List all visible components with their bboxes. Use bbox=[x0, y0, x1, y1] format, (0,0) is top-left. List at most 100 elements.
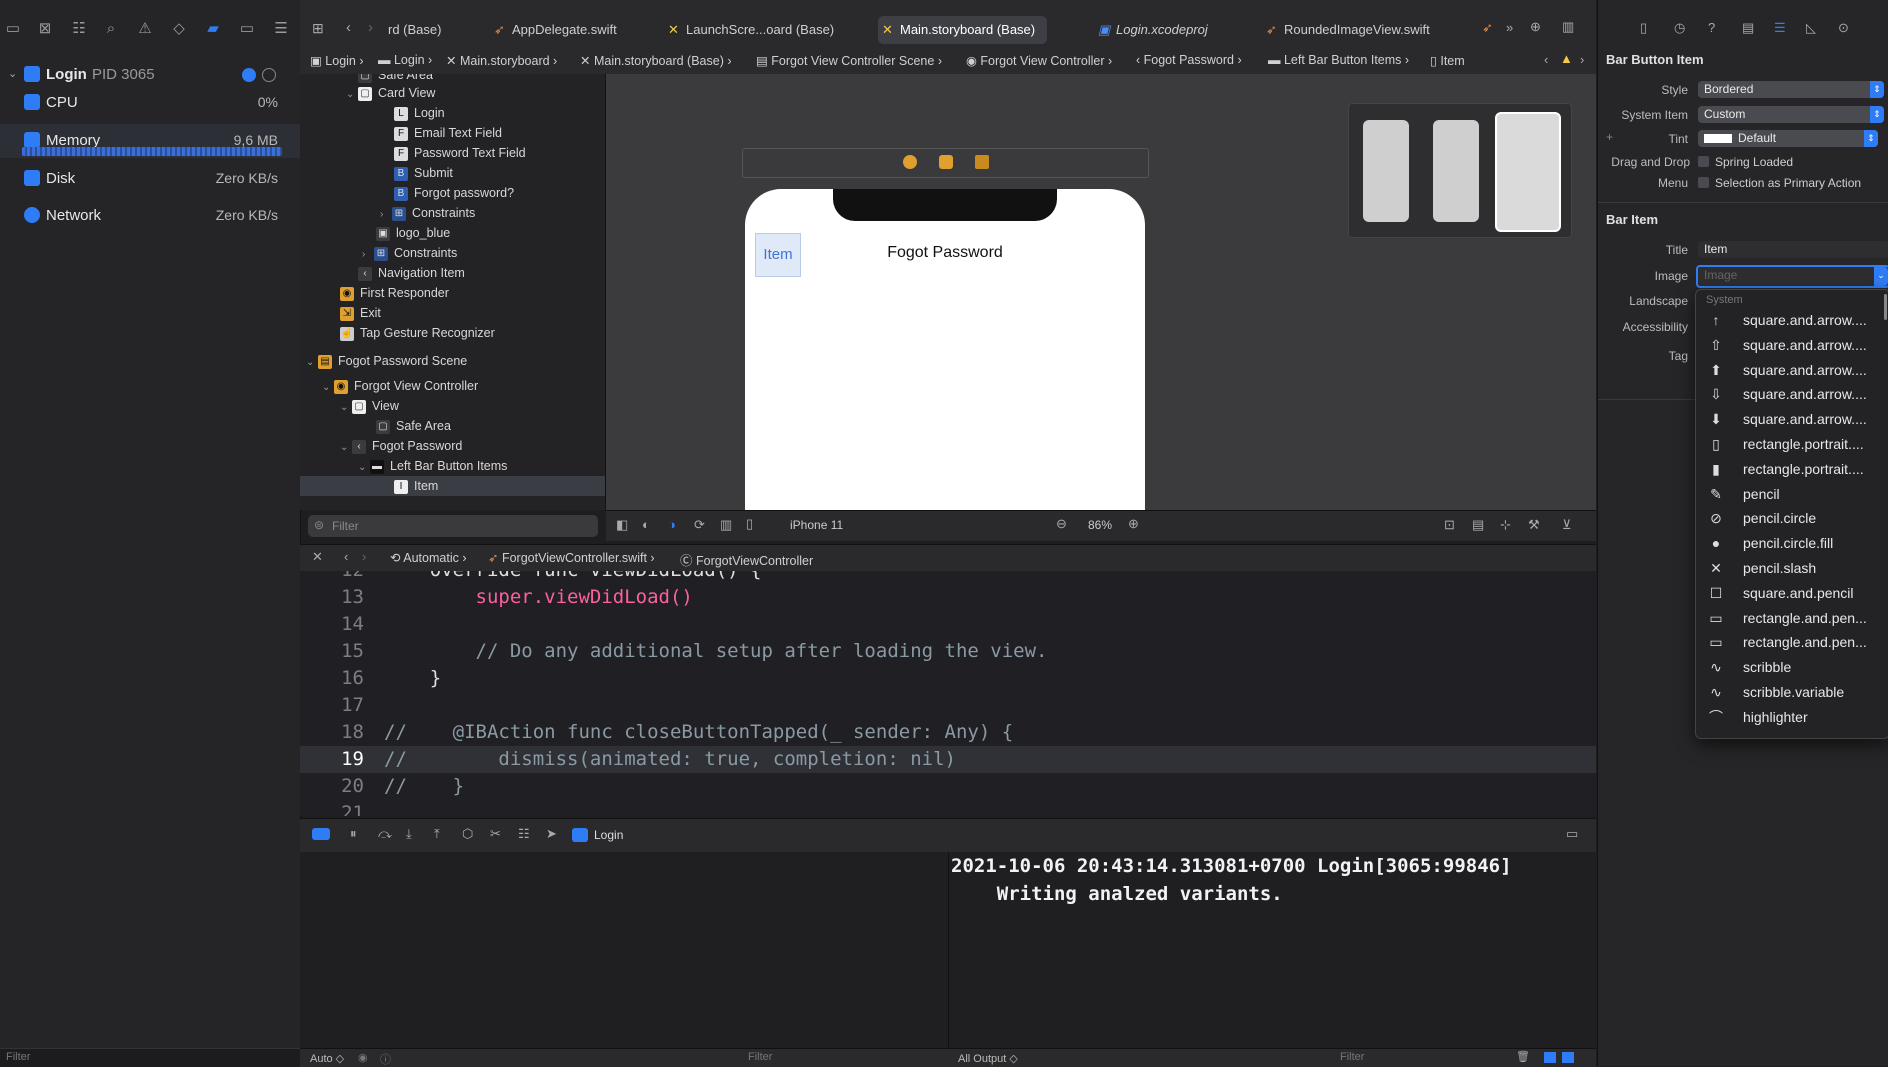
back-icon[interactable]: ‹ bbox=[346, 19, 351, 36]
dropdown-item[interactable]: ▮ rectangle.portrait.... bbox=[1696, 457, 1888, 481]
pause-icon[interactable]: ⏸ bbox=[350, 826, 357, 842]
gauge-cpu[interactable]: CPU 0% bbox=[0, 86, 300, 120]
issue-navigator-icon[interactable]: ⚠ bbox=[136, 20, 154, 38]
system-item-popup[interactable]: Custom ⇕ bbox=[1698, 106, 1884, 123]
grid-icon[interactable]: ⊞ bbox=[312, 20, 324, 37]
chevron-down-icon[interactable]: ⌄ bbox=[1874, 267, 1888, 286]
zoom-in-icon[interactable]: ⊕ bbox=[1128, 516, 1139, 532]
outline-row[interactable]: ⌄ ▢ Card View bbox=[346, 83, 435, 103]
code-line[interactable]: 18 // @IBAction func closeButtonTapped(_ … bbox=[300, 719, 1596, 746]
outline-row[interactable]: ⇲ Exit bbox=[340, 303, 381, 323]
eye-icon[interactable]: ◉ bbox=[358, 1051, 368, 1064]
info-icon[interactable] bbox=[242, 68, 256, 82]
test-navigator-icon[interactable]: ◇ bbox=[170, 20, 188, 38]
navigator-filter[interactable]: Filter bbox=[0, 1048, 300, 1067]
minimap-scene[interactable] bbox=[1363, 120, 1409, 222]
split-right-icon[interactable] bbox=[1562, 1052, 1574, 1063]
device-icon[interactable]: ▯ bbox=[746, 516, 753, 532]
auto-selector[interactable]: Auto ◇ bbox=[310, 1052, 344, 1065]
crumb-left-bar-items[interactable]: ▬ Left Bar Button Items › bbox=[1268, 53, 1409, 67]
disclosure-icon[interactable]: ⌄ bbox=[340, 438, 352, 458]
back-icon[interactable]: ‹ bbox=[344, 549, 348, 564]
update-frames-icon[interactable]: ⊡ bbox=[1444, 517, 1455, 533]
code-line[interactable]: 13 super.viewDidLoad() bbox=[300, 584, 1596, 611]
dropdown-item[interactable]: ● pencil.circle.fill bbox=[1696, 531, 1888, 555]
breakpoints-toggle-icon[interactable] bbox=[312, 828, 330, 840]
bar-button-item[interactable]: Item bbox=[755, 233, 801, 277]
outline-row[interactable]: ⌄ ▢ View bbox=[340, 396, 399, 416]
identity-inspector-icon[interactable]: ▤ bbox=[1742, 20, 1754, 36]
embed-icon[interactable]: ⊻ bbox=[1562, 517, 1572, 533]
warning-icon[interactable]: ▲ bbox=[1560, 51, 1573, 66]
crumb-scene[interactable]: ▤ Forgot View Controller Scene › bbox=[756, 53, 942, 68]
dropdown-item[interactable]: ⬆ square.and.arrow.... bbox=[1696, 358, 1888, 382]
close-icon[interactable]: ✕ bbox=[312, 549, 323, 565]
crumb-folder[interactable]: ▬ Login › bbox=[378, 53, 432, 67]
canvas-minimap[interactable] bbox=[1348, 103, 1572, 238]
output-selector[interactable]: All Output ◇ bbox=[958, 1052, 1018, 1065]
orientation-icon[interactable]: ⟳ bbox=[694, 517, 705, 533]
crumb-file[interactable]: ➶ ForgotViewController.swift › bbox=[488, 550, 655, 565]
dropdown-item[interactable]: ∿ scribble bbox=[1696, 655, 1888, 679]
view-hierarchy-icon[interactable]: ⬡ bbox=[462, 826, 473, 842]
checkbox[interactable] bbox=[1698, 177, 1709, 188]
outline-row[interactable]: ⌄ ▤ Fogot Password Scene bbox=[306, 351, 467, 371]
tab-storyboard-base[interactable]: rd (Base) bbox=[386, 16, 441, 44]
crumb-class[interactable]: Ⓒ ForgotViewController bbox=[680, 550, 813, 569]
environment-icon[interactable]: ☷ bbox=[518, 826, 530, 842]
code-line[interactable]: 16 } bbox=[300, 665, 1596, 692]
image-combobox[interactable]: Image ⌄ bbox=[1696, 265, 1888, 288]
outline-row[interactable]: ☝ Tap Gesture Recognizer bbox=[340, 323, 495, 343]
memory-graph-icon[interactable]: ✂ bbox=[490, 826, 501, 842]
tab-main-storyboard[interactable]: ✕ Main.storyboard (Base) bbox=[878, 16, 1048, 44]
crumb-automatic[interactable]: ⟲ Automatic › bbox=[390, 550, 467, 565]
image-dropdown-menu[interactable]: System ↑ square.and.arrow.... ⇧ square.and.… bbox=[1695, 289, 1888, 739]
dropdown-item[interactable]: ↑ square.and.arrow.... bbox=[1696, 308, 1888, 332]
minimap-scene-current[interactable] bbox=[1495, 112, 1561, 232]
overflow-icon[interactable]: » bbox=[1506, 20, 1513, 35]
dropdown-item[interactable]: ✕ pencil.slash bbox=[1696, 556, 1888, 580]
code-editor[interactable]: 12 override func viewDidLoad() { 13 supe… bbox=[300, 571, 1596, 816]
code-line-current[interactable]: 19 // dismiss(animated: true, completion:… bbox=[300, 746, 1596, 773]
outline-row[interactable]: ⌄ ◉ Forgot View Controller bbox=[322, 376, 478, 396]
checkbox[interactable] bbox=[1698, 156, 1709, 167]
outline-row[interactable]: L Login bbox=[394, 103, 445, 123]
outline-row[interactable]: F Email Text Field bbox=[394, 123, 502, 143]
zoom-out-icon[interactable]: ⊖ bbox=[1056, 516, 1067, 532]
selection-primary-checkbox[interactable]: Selection as Primary Action bbox=[1698, 176, 1861, 190]
previous-issue-icon[interactable]: ‹ bbox=[1544, 52, 1548, 67]
history-inspector-icon[interactable]: ◷ bbox=[1674, 20, 1685, 36]
disclosure-icon[interactable]: ⌄ bbox=[306, 353, 318, 373]
breakpoint-navigator-icon[interactable]: ▭ bbox=[238, 20, 256, 38]
toggle-console-icon[interactable]: ▭ bbox=[1566, 826, 1578, 842]
title-field[interactable]: Item bbox=[1698, 241, 1888, 258]
outline-row[interactable]: ◉ First Responder bbox=[340, 283, 449, 303]
connections-inspector-icon[interactable]: ⊙ bbox=[1838, 20, 1849, 36]
forward-icon[interactable]: › bbox=[362, 549, 366, 564]
tab-xcodeproj[interactable]: ▣ Login.xcodeproj bbox=[1094, 16, 1208, 44]
find-navigator-icon[interactable]: ⌕ bbox=[102, 20, 120, 38]
code-line[interactable]: 12 override func viewDidLoad() { bbox=[300, 571, 1596, 584]
outline-row[interactable]: › ⊞ Constraints bbox=[380, 203, 475, 223]
outline-row[interactable]: ⌄ ‹ Fogot Password bbox=[340, 436, 462, 456]
crumb-storyboard[interactable]: ✕ Main.storyboard › bbox=[446, 53, 557, 68]
add-constraints-icon[interactable]: ⊹ bbox=[1500, 517, 1511, 533]
source-control-icon[interactable]: ⊠ bbox=[36, 20, 54, 38]
align-icon[interactable]: ▤ bbox=[1472, 517, 1484, 533]
dropdown-item[interactable]: ⇧ square.and.arrow.... bbox=[1696, 333, 1888, 357]
dropdown-item[interactable]: ▯ rectangle.portrait.... bbox=[1696, 432, 1888, 456]
trash-icon[interactable]: 🗑 bbox=[1516, 1050, 1530, 1063]
size-inspector-icon[interactable]: ◺ bbox=[1806, 20, 1816, 36]
tab-launchscreen[interactable]: ✕ LaunchScre...oard (Base) bbox=[664, 16, 834, 44]
dropdown-item[interactable]: ⬇ square.and.arrow.... bbox=[1696, 407, 1888, 431]
report-navigator-icon[interactable]: ☰ bbox=[272, 20, 290, 38]
toggle-outline-icon[interactable]: ◧ bbox=[616, 517, 628, 533]
symbol-navigator-icon[interactable]: ☷ bbox=[70, 20, 88, 38]
dropdown-item[interactable]: ⌒ highlighter bbox=[1696, 705, 1888, 729]
outline-row[interactable]: ▣ logo_blue bbox=[376, 223, 450, 243]
crumb-item[interactable]: ▯ Item bbox=[1430, 53, 1465, 68]
pause-circle-icon[interactable] bbox=[262, 68, 276, 82]
spring-loaded-checkbox[interactable]: Spring Loaded bbox=[1698, 155, 1793, 169]
dropdown-item[interactable]: ▭ rectangle.and.pen... bbox=[1696, 630, 1888, 654]
file-inspector-icon[interactable]: ▯ bbox=[1640, 20, 1647, 36]
